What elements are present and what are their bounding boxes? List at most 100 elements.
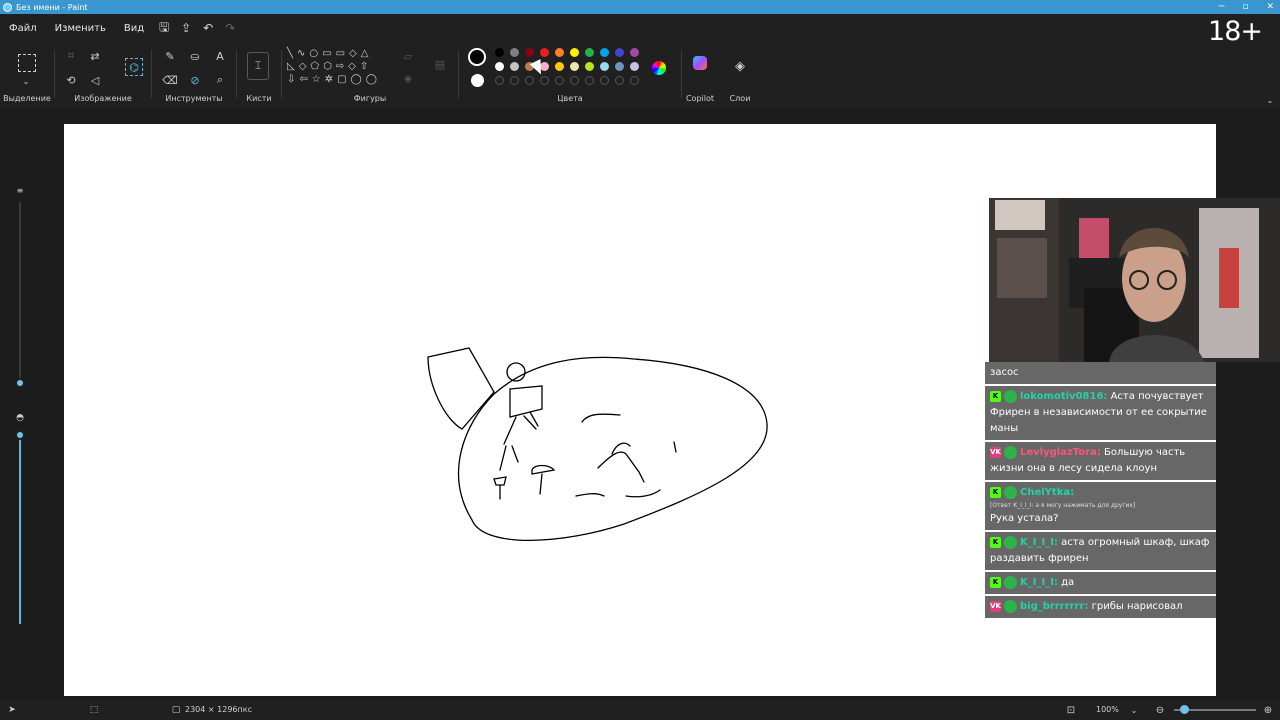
background-remove-icon[interactable]: ⌬: [125, 58, 143, 76]
chevron-down-icon[interactable]: ⌄: [18, 73, 34, 89]
crop-icon[interactable]: ⌗: [63, 48, 79, 64]
menu-view[interactable]: Вид: [115, 23, 153, 34]
color-swatch[interactable]: [615, 48, 624, 57]
zoom-level[interactable]: 100%: [1096, 705, 1119, 714]
pencil-icon[interactable]: ✎: [162, 48, 178, 64]
chat-reply-quote: [Ответ K_I_I_I: а я могу нажимать для др…: [990, 502, 1136, 509]
custom-color-slot[interactable]: [510, 76, 519, 85]
resize-icon[interactable]: ⇄: [87, 48, 103, 64]
image-label: Изображение: [74, 94, 132, 103]
custom-color-slot[interactable]: [585, 76, 594, 85]
color-swatch[interactable]: [600, 62, 609, 71]
chat-text: Рука устала?: [990, 513, 1059, 524]
color-swatch[interactable]: [585, 48, 594, 57]
color-swatch[interactable]: [555, 48, 564, 57]
custom-color-slot[interactable]: [495, 76, 504, 85]
custom-color-slot[interactable]: [630, 76, 639, 85]
fill-bucket-icon[interactable]: ⛀: [187, 48, 203, 64]
save-icon[interactable]: 🖫: [153, 18, 175, 39]
stream-chat: засос Klokomotiv0816: Аста почувствует Фр…: [985, 362, 1216, 620]
chat-message: засос: [985, 362, 1216, 384]
color-swatch[interactable]: [570, 48, 579, 57]
close-icon[interactable]: ✕: [1266, 0, 1274, 14]
chat-message: K K_I_I_I: да: [985, 572, 1216, 594]
color-swatch[interactable]: [540, 48, 549, 57]
ribbon: ⌄ Выделение ⌗ ⇄ ⟲ ◁ ⌬ Изображение ✎ ⛀ A …: [0, 42, 1280, 108]
color-swatch[interactable]: [630, 48, 639, 57]
chat-message: K ChelYtka: [Ответ K_I_I_I: а я могу нажи…: [985, 482, 1216, 530]
copilot-icon[interactable]: [693, 56, 707, 70]
chat-username: K_I_I_I:: [1020, 577, 1058, 588]
copilot-label: Copilot: [685, 94, 715, 103]
magnifier-icon[interactable]: ⌕: [212, 72, 228, 88]
menu-file[interactable]: Файл: [0, 23, 46, 34]
webcam-image: [989, 198, 1280, 362]
brush-icon[interactable]: ⌶: [247, 52, 269, 80]
user-avatar: [1004, 389, 1017, 403]
shape-size-icon[interactable]: ▤: [432, 56, 448, 72]
kick-badge-icon: K: [990, 390, 1001, 402]
maximize-icon[interactable]: ▫: [1242, 0, 1248, 14]
color-swatch[interactable]: [615, 62, 624, 71]
color-swatch[interactable]: [495, 48, 504, 57]
chat-message: VK big_brrrrrrr: грибы нарисовал: [985, 596, 1216, 618]
size-slider-thumb[interactable]: [15, 378, 25, 388]
outline-icon[interactable]: ▱: [400, 48, 416, 64]
color-swatch[interactable]: [555, 62, 564, 71]
fill-icon[interactable]: ◈: [400, 70, 416, 86]
text-icon[interactable]: A: [212, 48, 228, 64]
user-avatar: [1004, 599, 1017, 613]
custom-color-slot[interactable]: [570, 76, 579, 85]
rotate-icon[interactable]: ⟲: [63, 72, 79, 88]
image-group: ⌗ ⇄ ⟲ ◁ ⌬ Изображение: [55, 42, 151, 108]
title-bar: Без имени - Paint ─ ▫ ✕: [0, 0, 1280, 14]
custom-color-slot[interactable]: [600, 76, 609, 85]
custom-color-slot[interactable]: [555, 76, 564, 85]
zoom-out-icon[interactable]: ⊖: [1152, 702, 1168, 718]
color-picker-icon[interactable]: ⊘: [187, 72, 203, 88]
canvas-dimensions: 2304 × 1296пкс: [185, 705, 252, 714]
color-swatch[interactable]: [630, 62, 639, 71]
zoom-slider-thumb[interactable]: [1180, 705, 1189, 714]
color-swatch[interactable]: [525, 48, 534, 57]
chat-username: ChelYtka:: [1020, 487, 1075, 498]
opacity-icon: ◓: [16, 413, 24, 423]
size-icon: ≡: [16, 185, 24, 195]
opacity-slider-thumb[interactable]: [15, 430, 25, 440]
custom-color-slot[interactable]: [615, 76, 624, 85]
secondary-color[interactable]: [471, 74, 484, 87]
custom-color-slot[interactable]: [525, 76, 534, 85]
color-swatch[interactable]: [570, 62, 579, 71]
color-swatch[interactable]: [585, 62, 594, 71]
layers-label: Слои: [729, 94, 751, 103]
primary-color[interactable]: [468, 48, 486, 66]
pointer-position-icon: ➤: [8, 705, 16, 715]
ribbon-collapse-icon[interactable]: ⌄: [1262, 92, 1278, 108]
color-swatch[interactable]: [600, 48, 609, 57]
eraser-icon[interactable]: ⌫: [162, 72, 178, 88]
flip-icon[interactable]: ◁: [87, 72, 103, 88]
menu-bar: Файл Изменить Вид 🖫 ⇪ ↶ ↷: [0, 14, 1280, 42]
color-swatch[interactable]: [495, 62, 504, 71]
color-swatch[interactable]: [510, 62, 519, 71]
minimize-icon[interactable]: ─: [1219, 0, 1224, 14]
status-bar: ➤ ⬚ ▢ 2304 × 1296пкс ⊡ 100% ⌄ ⊖ ⊕: [0, 700, 1280, 720]
shapes-gallery[interactable]: ╲∿○▭▭◇△ ◺◇⬠⬡⇨◇⇧ ⇩⇦☆✲▢◯◯: [287, 47, 387, 86]
zoom-dropdown-icon[interactable]: ⌄: [1126, 702, 1142, 718]
zoom-in-icon[interactable]: ⊕: [1260, 702, 1276, 718]
chat-username: K_I_I_I:: [1020, 537, 1058, 548]
share-icon[interactable]: ⇪: [175, 21, 197, 35]
fit-to-window-icon[interactable]: ⊡: [1063, 702, 1079, 718]
chat-username: LevlyglazTora:: [1020, 447, 1101, 458]
color-wheel-icon[interactable]: [652, 61, 666, 75]
selection-label: Выделение: [3, 94, 51, 103]
select-rect-icon[interactable]: [18, 54, 36, 72]
custom-color-slot[interactable]: [540, 76, 549, 85]
undo-icon[interactable]: ↶: [197, 21, 219, 35]
color-swatch[interactable]: [510, 48, 519, 57]
redo-icon[interactable]: ↷: [219, 21, 241, 35]
layers-icon[interactable]: ◈: [732, 58, 748, 74]
menu-edit[interactable]: Изменить: [46, 23, 115, 34]
brush-size-slider[interactable]: ≡ ◓: [14, 180, 26, 630]
canvas-size-icon: ▢: [171, 705, 181, 715]
